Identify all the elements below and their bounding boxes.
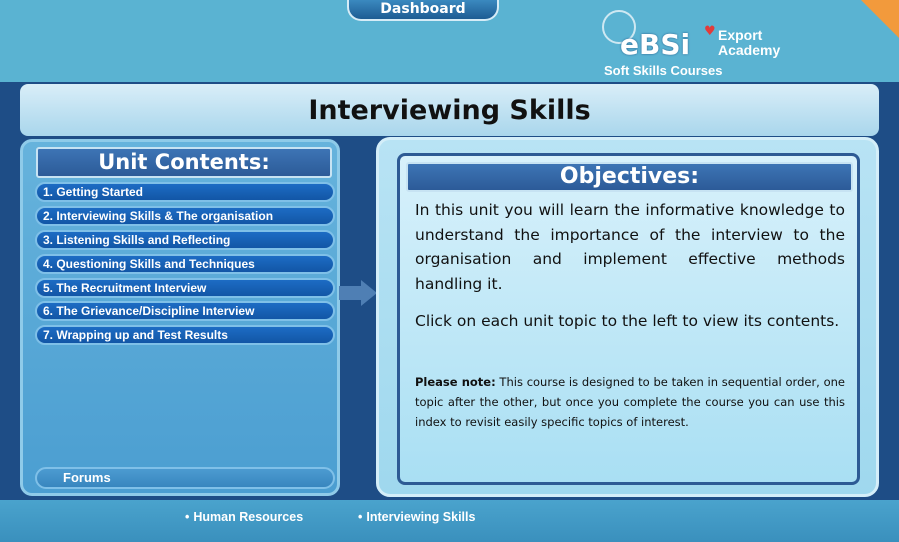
unit-item-wrapping-up[interactable]: 7. Wrapping up and Test Results: [35, 325, 335, 346]
dashboard-button[interactable]: Dashboard: [347, 0, 499, 21]
unit-item-grievance-interview[interactable]: 6. The Grievance/Discipline Interview: [35, 301, 335, 322]
bullet-icon: •: [185, 510, 190, 524]
unit-item-listening-skills[interactable]: 3. Listening Skills and Reflecting: [35, 229, 335, 250]
logo-text: Export Academy: [718, 28, 780, 58]
breadcrumb-human-resources[interactable]: • Human Resources: [185, 510, 303, 524]
bottom-bar: • Human Resources • Interviewing Skills: [0, 500, 899, 542]
unit-list: 1. Getting Started 2. Interviewing Skill…: [35, 182, 335, 349]
logo-subtitle: Soft Skills Courses: [604, 63, 723, 78]
unit-item-questioning-skills[interactable]: 4. Questioning Skills and Techniques: [35, 253, 335, 274]
unit-contents-panel: Unit Contents: 1. Getting Started 2. Int…: [20, 139, 340, 496]
logo-mark: eBSi: [620, 28, 691, 61]
breadcrumb-label: Interviewing Skills: [366, 510, 476, 524]
objectives-box: Objectives: In this unit you will learn …: [397, 153, 860, 485]
forums-button[interactable]: Forums: [35, 467, 335, 489]
note-label: Please note:: [415, 375, 496, 389]
objectives-paragraph-2: Click on each unit topic to the left to …: [415, 312, 840, 330]
logo: eBSi ♥ Export Academy Soft Skills Course…: [600, 10, 780, 80]
objectives-paragraph-1: In this unit you will learn the informat…: [415, 201, 845, 293]
arrow-right-icon: [339, 280, 377, 306]
unit-item-interviewing-skills[interactable]: 2. Interviewing Skills & The organisatio…: [35, 205, 335, 226]
arrow-head: [361, 280, 377, 306]
logo-line-2: Academy: [718, 42, 781, 58]
corner-decoration: [861, 0, 899, 38]
objectives-header: Objectives:: [406, 162, 853, 192]
logo-line-1: Export: [718, 27, 763, 43]
page-title: Interviewing Skills: [20, 84, 879, 136]
objectives-note: Please note: This course is designed to …: [415, 372, 845, 432]
unit-item-recruitment-interview[interactable]: 5. The Recruitment Interview: [35, 277, 335, 298]
breadcrumb-interviewing-skills[interactable]: • Interviewing Skills: [358, 510, 475, 524]
heart-icon: ♥: [704, 24, 716, 39]
breadcrumb-label: Human Resources: [193, 510, 304, 524]
arrow-shaft: [339, 286, 363, 300]
objectives-panel: Objectives: In this unit you will learn …: [376, 137, 879, 497]
unit-contents-header: Unit Contents:: [36, 147, 332, 178]
bullet-icon: •: [358, 510, 363, 524]
unit-item-getting-started[interactable]: 1. Getting Started: [35, 182, 335, 202]
